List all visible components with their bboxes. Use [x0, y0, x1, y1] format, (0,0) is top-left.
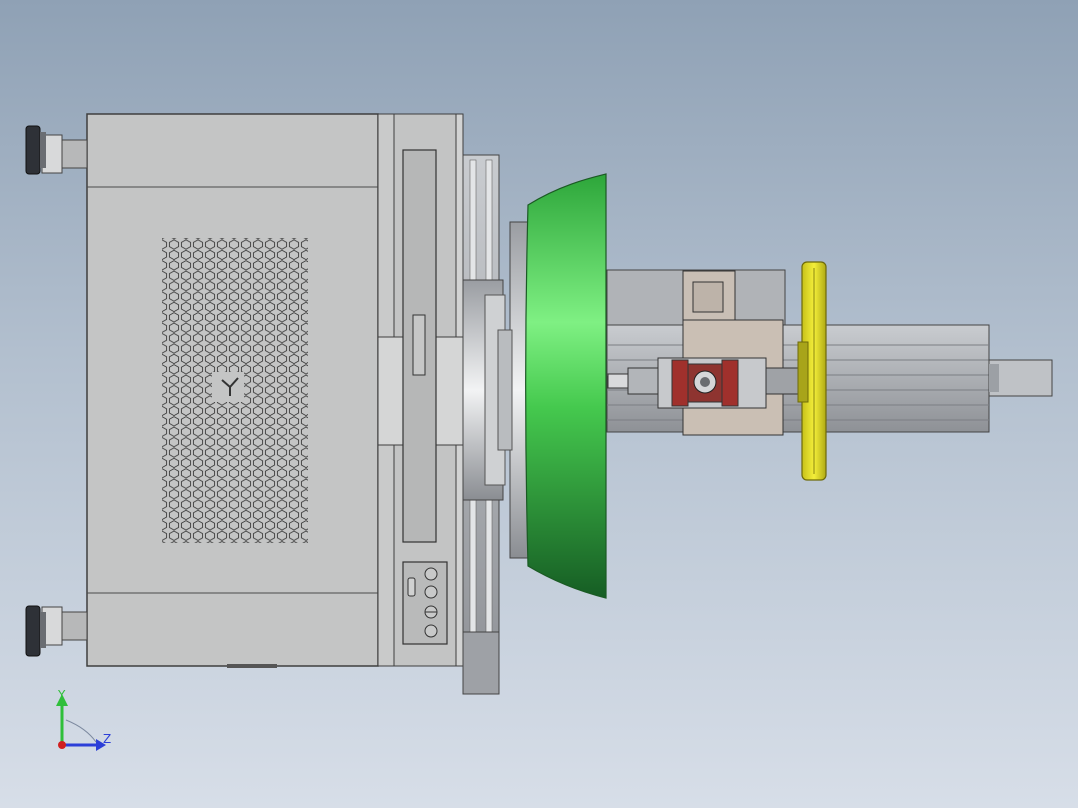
machine-cabinet[interactable] — [86, 113, 379, 668]
control-button-2[interactable] — [424, 585, 438, 599]
grinding-guard[interactable] — [525, 173, 607, 599]
leveling-foot-top — [25, 125, 88, 175]
connector-port — [407, 577, 416, 597]
y-axis-label: Y — [57, 688, 66, 702]
z-axis-label: Z — [103, 732, 111, 746]
logo-icon — [212, 372, 244, 402]
control-panel[interactable] — [402, 561, 448, 645]
access-door[interactable] — [402, 149, 437, 543]
coordinate-triad: Y Z — [56, 688, 111, 751]
cad-viewport[interactable]: Y Z — [0, 0, 1078, 808]
control-button-4[interactable] — [424, 624, 438, 638]
grinding-wheel[interactable] — [797, 261, 827, 481]
leveling-foot-bottom — [25, 605, 88, 657]
control-button-1[interactable] — [424, 567, 438, 581]
